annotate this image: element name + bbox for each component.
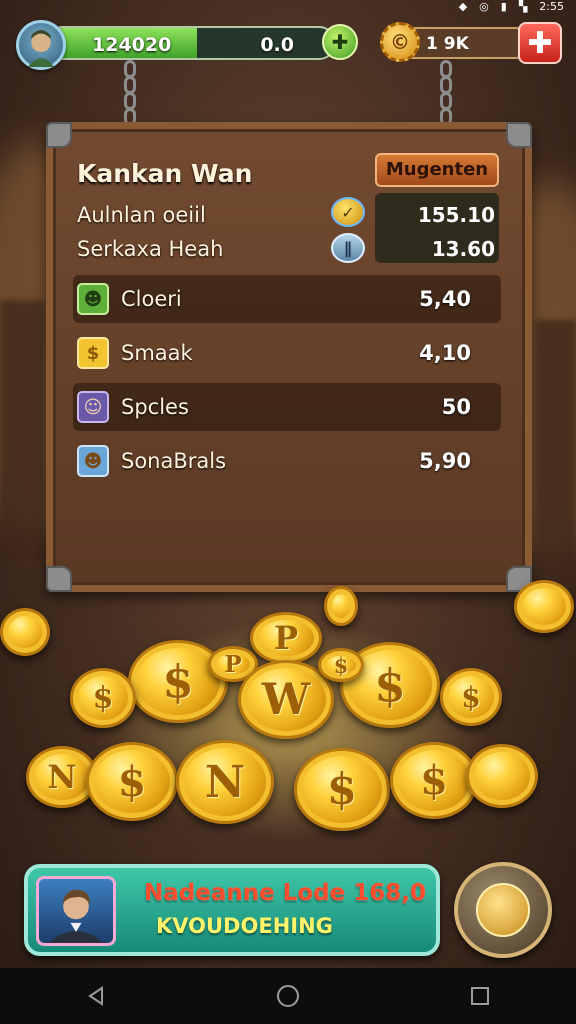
- status-bar: ◆ ◎ ▮ ▚ 2:55: [0, 0, 576, 14]
- signal-icon: ▚: [518, 0, 528, 13]
- home-button[interactable]: [258, 976, 318, 1016]
- row-label: Smaak: [121, 341, 193, 365]
- row-value: 5,40: [419, 287, 471, 311]
- back-button[interactable]: [66, 976, 126, 1016]
- bar-right-value: 0.0: [260, 34, 294, 56]
- back-triangle-icon: [88, 986, 103, 1006]
- player-hud: 124020 0.0 ✚: [16, 20, 358, 70]
- row-value: 5,90: [419, 449, 471, 473]
- recents-square-icon: [471, 987, 489, 1005]
- player-score: 124020: [92, 34, 172, 56]
- location-icon: ◎: [479, 0, 489, 13]
- coin-s-icon: $: [77, 337, 109, 369]
- row-label: Cloeri: [121, 287, 182, 311]
- banner-avatar: [36, 876, 116, 946]
- status-time: 2:55: [539, 0, 564, 13]
- avatar-face-icon: [27, 30, 55, 67]
- banner-subtitle: KVOUDOEHING: [156, 914, 333, 938]
- row-label: SonaBrals: [121, 449, 227, 473]
- shield-check-icon[interactable]: ✓: [331, 197, 365, 227]
- gold-coin-icon: $: [390, 742, 478, 819]
- pause-icon[interactable]: ∥: [331, 233, 365, 263]
- add-energy-button[interactable]: ✚: [322, 24, 358, 60]
- summary-value: 155.10: [417, 203, 495, 227]
- banner-title: Nadeanne Lode 168,0: [144, 880, 426, 906]
- gold-coin-icon: [514, 580, 574, 633]
- gold-coin-icon: P: [250, 612, 322, 664]
- currency-hud: 1 9K © ✚: [380, 20, 562, 66]
- board-title: Kankan Wan: [77, 159, 253, 188]
- board-corner: [506, 122, 532, 148]
- list-item[interactable]: $ Smaak 4,10: [73, 329, 501, 377]
- battery-icon: ▮: [500, 0, 507, 13]
- person-portrait-icon: [48, 889, 104, 943]
- board-corner: [46, 122, 72, 148]
- gold-coin-icon: $: [70, 668, 136, 728]
- gold-coin-icon: N: [176, 740, 274, 824]
- summary-label: Aulnlan oeiil: [77, 203, 206, 227]
- gold-coin-icon: $: [294, 748, 390, 831]
- summary-label: Serkaxa Heah: [77, 237, 224, 261]
- list-item[interactable]: ☻ Cloeri 5,40: [73, 275, 501, 323]
- recents-button[interactable]: [450, 976, 510, 1016]
- gold-coin-icon: $: [86, 742, 178, 821]
- mugenten-button[interactable]: Mugenten: [375, 153, 499, 187]
- score-bar: 124020 0.0: [46, 26, 336, 60]
- player-avatar[interactable]: [16, 20, 66, 70]
- row-label: Spcles: [121, 395, 189, 419]
- buy-coins-button[interactable]: ✚: [518, 22, 562, 64]
- home-circle-icon: [277, 985, 299, 1007]
- gold-coin-icon: [324, 586, 358, 626]
- gold-coin-icon: [466, 744, 538, 808]
- list-item[interactable]: ☻ SonaBrals 5,90: [73, 437, 501, 485]
- notification-icon: ◆: [458, 0, 468, 13]
- portrait-icon: ☺: [77, 391, 109, 423]
- gold-coin-icon: $: [318, 648, 364, 682]
- rewards-badge-button[interactable]: [454, 862, 552, 958]
- coins-display: 1 9K: [402, 27, 522, 59]
- green-character-icon: ☻: [77, 283, 109, 315]
- board-corner: [46, 566, 72, 592]
- leaderboard-panel: Kankan Wan Mugenten Aulnlan oeiil ✓ 155.…: [46, 122, 532, 592]
- background-shelf-left: [0, 300, 44, 560]
- chain-left: [123, 60, 137, 128]
- system-nav-bar: [0, 968, 576, 1024]
- coins-value: 1 9K: [426, 34, 469, 54]
- wrench-coin-icon: [476, 883, 530, 937]
- background-shelf-right: [536, 320, 576, 580]
- gold-coin-icon: [0, 608, 50, 656]
- promo-banner[interactable]: Nadeanne Lode 168,0 KVOUDOEHING: [24, 864, 440, 956]
- chain-right: [439, 60, 453, 128]
- row-value: 4,10: [419, 341, 471, 365]
- gold-coin-icon: $: [440, 668, 502, 726]
- character-icon: ☻: [77, 445, 109, 477]
- summary-value: 13.60: [431, 237, 495, 261]
- list-item[interactable]: ☺ Spcles 50: [73, 383, 501, 431]
- row-value: 50: [441, 395, 471, 419]
- gear-coin-icon: ©: [380, 22, 420, 62]
